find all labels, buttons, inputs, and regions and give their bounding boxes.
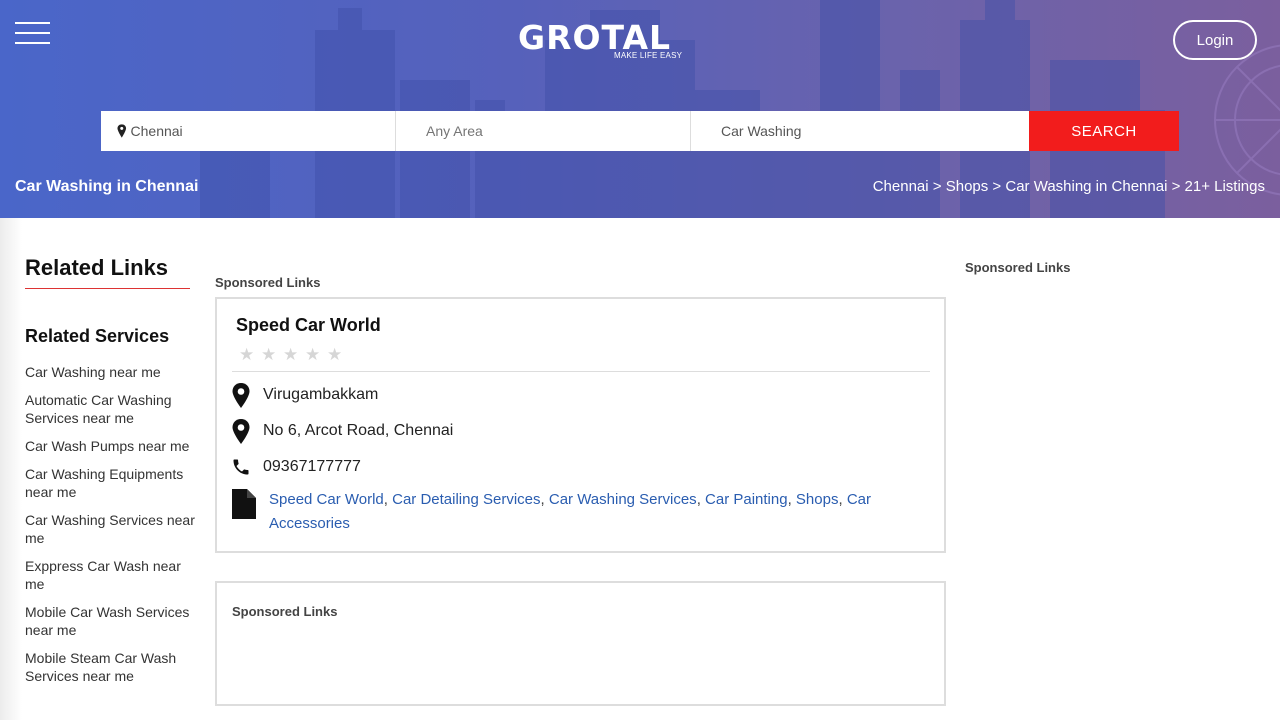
divider xyxy=(232,371,930,372)
logo-tagline: MAKE LIFE EASY xyxy=(614,51,683,60)
related-service-link[interactable]: Mobile Car Wash Services near me xyxy=(25,603,195,639)
related-service-link[interactable]: Automatic Car Washing Services near me xyxy=(25,391,195,427)
star-icon: ★ xyxy=(305,345,321,364)
listing-address: No 6, Arcot Road, Chennai xyxy=(263,422,454,439)
listing-title[interactable]: Speed Car World xyxy=(236,315,381,336)
location-pin-icon xyxy=(231,418,251,444)
area-input[interactable] xyxy=(426,123,690,139)
related-service-link[interactable]: Car Wash Pumps near me xyxy=(25,437,195,455)
right-sponsored-links-label: Sponsored Links xyxy=(965,260,1071,275)
city-input[interactable] xyxy=(130,123,395,139)
star-icon: ★ xyxy=(327,345,343,364)
page-title: Car Washing in Chennai xyxy=(15,178,199,195)
related-service-link[interactable]: Car Washing Equipments near me xyxy=(25,465,195,501)
location-pin-icon xyxy=(231,382,251,408)
breadcrumb-link-city[interactable]: Chennai xyxy=(873,178,929,195)
phone-icon xyxy=(231,454,251,480)
rating-stars[interactable]: ★ ★ ★ ★ ★ xyxy=(239,345,349,365)
breadcrumb-link-shops[interactable]: Shops xyxy=(946,178,989,195)
related-service-link[interactable]: Car Washing Services near me xyxy=(25,511,195,547)
star-icon: ★ xyxy=(261,345,277,364)
document-icon xyxy=(231,489,257,519)
tag-link[interactable]: Shops xyxy=(796,491,839,508)
grotal-logo[interactable]: GROTAL MAKE LIFE EASY xyxy=(518,18,688,64)
menu-bar xyxy=(15,22,50,24)
search-button[interactable]: SEARCH xyxy=(1029,111,1179,151)
left-sidebar: Related Links Related Services Car Washi… xyxy=(0,218,205,720)
listing-count: 21+ Listings xyxy=(1184,178,1265,195)
locality-row: Virugambakkam xyxy=(231,382,378,408)
breadcrumb-separator: > xyxy=(988,178,1006,195)
city-field[interactable] xyxy=(101,111,396,151)
breadcrumb: Chennai > Shops > Car Washing in Chennai… xyxy=(873,178,1265,195)
tag-link[interactable]: Car Painting xyxy=(705,491,788,508)
sponsored-box: Sponsored Links xyxy=(215,581,946,706)
menu-bar xyxy=(15,32,50,34)
breadcrumb-separator: > xyxy=(928,178,946,195)
hero-banner: GROTAL MAKE LIFE EASY Login SEARCH Car W… xyxy=(0,0,1280,218)
phone-row: 09367177777 xyxy=(231,454,361,480)
listing-tags: Speed Car World, Car Detailing Services,… xyxy=(269,491,871,532)
location-pin-icon xyxy=(117,124,127,138)
related-links-heading: Related Links xyxy=(25,255,169,280)
related-services-list: Car Washing near me Automatic Car Washin… xyxy=(25,363,195,695)
address-row: No 6, Arcot Road, Chennai xyxy=(231,418,453,444)
related-service-link[interactable]: Exppress Car Wash near me xyxy=(25,557,195,593)
area-field[interactable] xyxy=(396,111,691,151)
menu-hamburger-button[interactable] xyxy=(15,22,51,46)
sponsored-box-label: Sponsored Links xyxy=(232,604,338,619)
heading-underline xyxy=(25,288,190,289)
login-button[interactable]: Login xyxy=(1173,20,1257,60)
tag-link[interactable]: Car Detailing Services xyxy=(392,491,540,508)
listing-locality: Virugambakkam xyxy=(263,386,379,403)
star-icon: ★ xyxy=(283,345,299,364)
breadcrumb-link-category[interactable]: Car Washing in Chennai xyxy=(1005,178,1167,195)
listing-phone[interactable]: 09367177777 xyxy=(263,458,361,476)
related-service-link[interactable]: Mobile Steam Car Wash Services near me xyxy=(25,649,195,685)
related-service-link[interactable]: Car Washing near me xyxy=(25,363,195,381)
breadcrumb-separator: > xyxy=(1167,178,1185,195)
search-bar: SEARCH xyxy=(101,111,1179,151)
sponsored-links-label: Sponsored Links xyxy=(215,275,321,290)
category-field[interactable] xyxy=(691,111,1029,151)
tag-link[interactable]: Speed Car World xyxy=(269,491,384,508)
category-input[interactable] xyxy=(721,123,1029,139)
tags-row: Speed Car World, Car Detailing Services,… xyxy=(231,489,921,536)
star-icon: ★ xyxy=(239,345,255,364)
related-services-heading: Related Services xyxy=(25,326,170,346)
tag-link[interactable]: Car Washing Services xyxy=(549,491,697,508)
listing-card: Speed Car World ★ ★ ★ ★ ★ Virugambakkam … xyxy=(215,297,946,553)
menu-bar xyxy=(15,42,50,44)
